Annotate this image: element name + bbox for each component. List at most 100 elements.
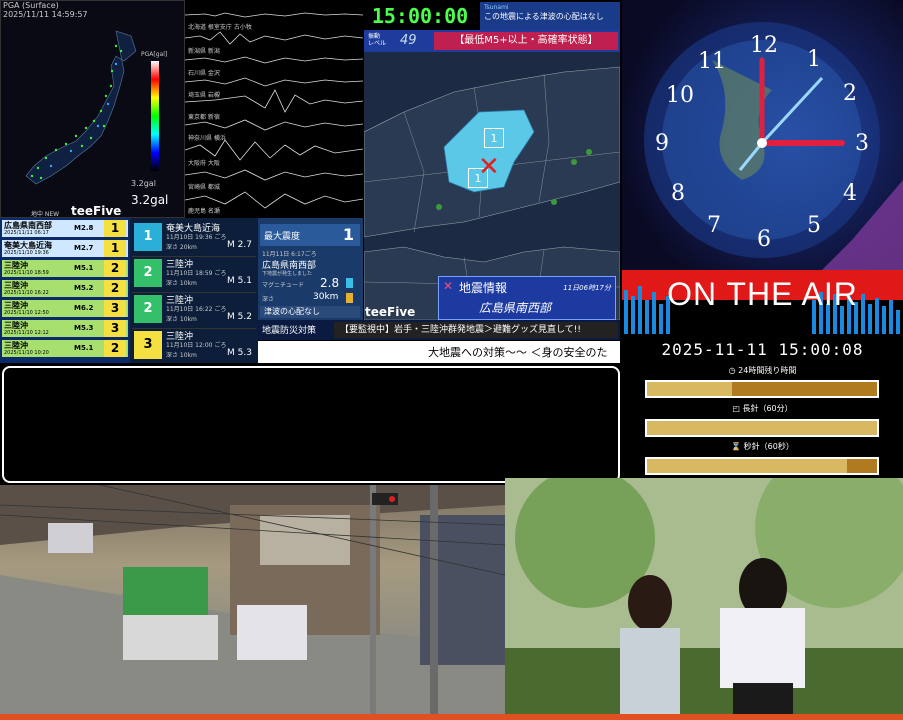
alert-banner: 【最低M5+以上・高確率状態】 <box>434 32 618 50</box>
eq-list-item[interactable]: 三陸沖 2025/11/10 12:12 M5.3 3 <box>2 320 128 337</box>
clock-num-2: 2 <box>843 81 857 106</box>
tsunami-note-box: Tsunami この地震による津波の心配はなし <box>480 2 620 30</box>
wave-label-6: 神奈川県 横浜 <box>188 135 226 142</box>
clock-num-10: 10 <box>666 83 694 108</box>
pga-color-legend <box>151 61 159 171</box>
max-intensity-label: 最大震度 <box>264 232 301 242</box>
eq-detail-item[interactable]: 2 三陸沖 11月10日 16:22 ごろ 深さ 10km M 5.2 <box>132 292 256 329</box>
summary-note: 下地震が発生しました <box>262 271 313 277</box>
analog-clock: 12 1 2 3 4 5 6 7 8 9 10 11 <box>644 22 903 270</box>
pga-header: PGA (Surface) 2025/11/11 14:59:57 <box>3 1 88 19</box>
wave-label-1: 北海道 根室支庁 古小牧 <box>188 24 252 31</box>
clock-icon: ◷ <box>728 366 739 375</box>
info-title: 地震情報 <box>459 281 508 295</box>
tsunami-note-text: この地震による津波の心配はなし <box>484 12 604 21</box>
waveform-panel: 北海道 根室支庁 古小牧 新潟県 新潟 石川県 金沢 埼玉県 岩槻 東京都 新宿… <box>184 0 364 218</box>
wave-label-5: 東京都 新宿 <box>188 114 220 121</box>
ticker-text: 【要監視中】岩手・三陸沖群発地震＞避難グッズ見直して!! <box>334 322 618 338</box>
shindo-label: 地中 NEW <box>31 211 60 218</box>
eq-list-item[interactable]: 三陸沖 2025/11/10 10:20 M5.1 2 <box>2 340 128 357</box>
pga-value: 3.2gal <box>131 193 169 207</box>
scene-image <box>505 478 903 715</box>
info-time: 11日06時17分 <box>563 284 611 292</box>
wave-label-2: 新潟県 新潟 <box>188 48 220 55</box>
eq-list-item[interactable]: 広島県南西部 2025/11/11 06:17 M2.8 1 <box>2 220 128 237</box>
broadcast-clock: 15:00:00 <box>364 3 476 29</box>
quake-level-bar: 振動 レベル 49 【最低M5+以上・高確率状態】 <box>364 30 620 52</box>
summary-time: 11月11日 6:17ごろ <box>262 251 317 258</box>
digital-datetime: 2025-11-11 15:00:08 <box>661 340 864 359</box>
japan-map <box>25 30 137 185</box>
news-ticker: 地震防災対策 【要監視中】岩手・三陸沖群発地震＞避難グッズ見直して!! <box>258 320 620 340</box>
clock-num-6: 6 <box>757 227 771 252</box>
magnitude-label: マグニチュード <box>262 282 305 289</box>
clock-num-8: 8 <box>671 181 685 206</box>
eq-list-item[interactable]: 三陸沖 2025/11/10 12:50 M6.2 3 <box>2 300 128 317</box>
pga-map-panel: PGA (Surface) 2025/11/11 14:59:57 PGA[ga… <box>0 0 185 218</box>
info-place: 広島県南西部 <box>479 301 552 315</box>
clock-num-7: 7 <box>707 213 721 238</box>
magnitude-value: 2.8 <box>320 276 340 290</box>
day-remaining-fill <box>647 382 733 396</box>
bar1-label: ◷ 24時間残り時間 <box>728 366 797 375</box>
bottom-accent-border <box>0 714 903 720</box>
magnitude-bar-icon <box>346 278 353 288</box>
max-intensity-box: 最大震度 1 <box>260 224 360 246</box>
clock-num-12: 12 <box>750 33 778 58</box>
eq-detail-item[interactable]: 2 三陸沖 11月10日 18:59 ごろ 深さ 10km M 5.1 <box>132 256 256 293</box>
progress-remaining <box>732 382 877 396</box>
max-intensity-value: 1 <box>342 225 354 244</box>
info-x-icon: ✕ <box>443 279 454 293</box>
minute-hand-fill <box>647 421 877 435</box>
clock-num-4: 4 <box>843 181 857 206</box>
minute-hand-bar <box>645 419 879 437</box>
bar2-label: ◰ 長針（60分） <box>732 404 793 413</box>
brand-logo-2: teeFive <box>365 305 416 319</box>
day-remaining-bar <box>645 380 879 398</box>
pga-legend-title: PGA[gal] <box>141 51 168 58</box>
minute-icon: ◰ <box>732 404 743 413</box>
hourglass-icon: ⌛ <box>731 442 744 451</box>
pga-timestamp: 2025/11/11 14:59:57 <box>3 10 88 19</box>
depth-label: 深さ <box>262 296 275 303</box>
earthquake-history-list: 広島県南西部 2025/11/11 06:17 M2.8 1 奄美大島近海 20… <box>0 218 130 363</box>
earthquake-detail-list: 1 奄美大島近海 11月10日 19:36 ごろ 深さ 20km M 2.7 2… <box>130 218 258 363</box>
clock-num-11: 11 <box>698 49 726 74</box>
scrolling-ticker: 大地震への対策〜〜 ＜身の安全のた <box>258 341 620 363</box>
second-hand-bar <box>645 457 879 475</box>
bar3-label: ⌛ 秒針（60秒） <box>731 442 794 451</box>
brand-logo: teeFive <box>71 204 122 218</box>
depth-bar-icon <box>346 293 353 303</box>
clock-num-3: 3 <box>855 131 869 156</box>
street-camera-feed <box>0 485 505 715</box>
wave-label-3: 石川県 金沢 <box>188 70 220 77</box>
eq-detail-item[interactable]: 3 三陸沖 11月10日 12:00 ごろ 深さ 10km M 5.3 <box>132 328 256 364</box>
eq-list-item[interactable]: 三陸沖 2025/11/10 18:59 M5.1 2 <box>2 260 128 277</box>
eq-list-item[interactable]: 奄美大島近海 2025/11/10 19:36 M2.7 1 <box>2 240 128 257</box>
level-value: 49 <box>400 33 417 48</box>
wave-label-4: 埼玉県 岩槻 <box>188 92 220 99</box>
eq-info-box: ✕ 地震情報 11日06時17分 広島県南西部 <box>438 276 616 320</box>
wave-label-8: 宮崎県 都城 <box>188 184 220 191</box>
latest-quake-summary: 最大震度 1 11月11日 6:17ごろ 広島県南西部 下地震が発生しました マ… <box>258 218 363 320</box>
analog-clock-panel: 12 1 2 3 4 5 6 7 8 9 10 11 <box>622 0 903 270</box>
eq-list-item[interactable]: 三陸沖 2025/11/10 16:22 M5.2 2 <box>2 280 128 297</box>
eq-detail-item[interactable]: 1 奄美大島近海 11月10日 19:36 ごろ 深さ 20km M 2.7 <box>132 220 256 257</box>
depth-value: 30km <box>313 292 339 302</box>
on-air-panel: ON THE AIR <box>622 270 903 334</box>
wave-label-7: 大阪府 大阪 <box>188 160 220 167</box>
on-air-label: ON THE AIR <box>667 276 858 312</box>
tsunami-status: 津波の心配なし <box>260 306 360 318</box>
pga-title: PGA (Surface) <box>3 1 59 10</box>
pga-value-small: 3.2gal <box>131 179 156 188</box>
clock-num-9: 9 <box>655 131 669 156</box>
street-scene <box>0 485 505 715</box>
caption-box <box>2 366 620 483</box>
ticker-label: 地震防災対策 <box>262 326 317 336</box>
clock-num-1: 1 <box>807 47 821 72</box>
clock-num-5: 5 <box>807 213 821 238</box>
drama-scene-feed <box>505 478 903 715</box>
second-hand-fill <box>647 459 848 473</box>
wave-label-9: 鹿児島 名瀬 <box>188 208 220 215</box>
tsunami-badge: Tsunami <box>484 4 509 11</box>
